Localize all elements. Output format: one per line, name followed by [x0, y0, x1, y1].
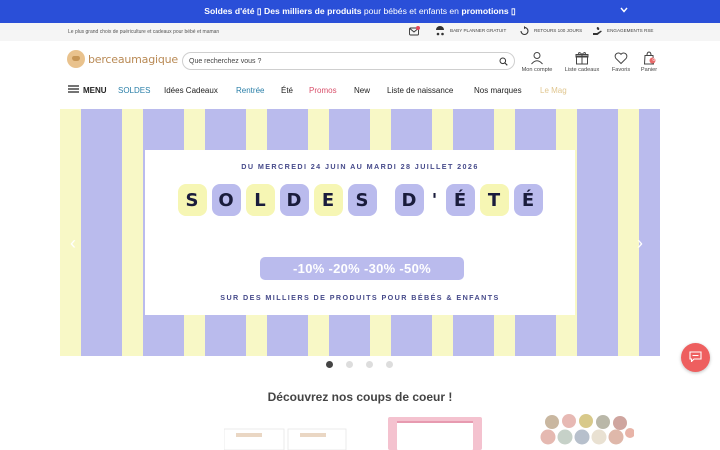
baby-planner-label: Baby planner gratuit [450, 28, 507, 33]
cart-count-badge: 0 [652, 57, 656, 62]
nav-item-le-mag[interactable]: Le Mag [540, 86, 567, 95]
banner-title-letter: D [279, 184, 309, 216]
banner-title-letter [382, 184, 390, 216]
promo-bar[interactable]: Soldes d'été ▯ Des milliers de produits … [0, 0, 720, 23]
chat-button[interactable] [681, 343, 710, 372]
hamburger-icon [68, 85, 79, 95]
logo-text: berceaumagique [88, 52, 178, 66]
notifications[interactable] [409, 25, 420, 36]
user-icon [517, 51, 557, 65]
banner-card: DU MERCREDI 24 JUIN AU MARDI 28 JUILLET … [145, 150, 575, 315]
search-input[interactable]: Que recherchez vous ? [182, 52, 515, 70]
promo-text: Soldes d'été ▯ Des milliers de produits … [204, 6, 515, 17]
search-icon[interactable] [499, 57, 508, 68]
section-title: Découvrez nos coups de coeur ! [267, 390, 453, 404]
menu-button[interactable]: MENU [68, 85, 107, 95]
returns-label: Retours 100 jours [534, 28, 583, 33]
product-card[interactable] [538, 413, 635, 450]
gift-icon [562, 51, 602, 65]
banner-title-letter: E [313, 184, 343, 216]
hero-banner[interactable]: DU MERCREDI 24 JUIN AU MARDI 28 JUILLET … [60, 109, 660, 356]
product-card[interactable] [384, 413, 486, 450]
gift-list-label: Liste cadeaux [564, 67, 600, 73]
cart-button[interactable]: 0 Panier [629, 51, 669, 73]
carousel-next-arrow[interactable]: › [637, 233, 643, 254]
cart-icon: 0 [629, 51, 669, 65]
carousel-dot[interactable] [345, 361, 353, 368]
baby-planner-link[interactable]: Baby planner gratuit [435, 25, 506, 36]
nav-item-ete[interactable]: Été [281, 86, 293, 95]
banner-title-letter: S [347, 184, 377, 216]
search-placeholder: Que recherchez vous ? [189, 57, 262, 65]
nav-item-nos-marques[interactable]: Nos marques [474, 86, 522, 95]
chevron-down-icon[interactable] [620, 5, 628, 15]
favorites-label: Favoris [611, 67, 631, 73]
nav-item-soldes[interactable]: SOLDES [118, 86, 150, 95]
promo-mid: pour bébés et enfants en [361, 6, 462, 16]
banner-title-letter: S [177, 184, 207, 216]
banner-title-letter: T [479, 184, 509, 216]
banner-dates: DU MERCREDI 24 JUIN AU MARDI 28 JUILLET … [241, 162, 479, 171]
carousel-dots [0, 361, 719, 368]
banner-discounts: -10% -20% -30% -50% [260, 257, 464, 280]
banner-title-letter: É [513, 184, 543, 216]
gift-list-button[interactable]: Liste cadeaux [562, 51, 602, 73]
main-nav: MENU SOLDES Idées Cadeaux Rentrée Été Pr… [0, 84, 720, 98]
logo[interactable]: berceaumagique [67, 50, 178, 68]
menu-label: MENU [83, 85, 107, 95]
banner-title-letter: ' [431, 189, 438, 211]
mail-icon[interactable] [409, 25, 420, 36]
banner-title-letter: D [394, 184, 424, 216]
account-button[interactable]: Mon compte [517, 51, 557, 73]
info-strip: Le plus grand choix de puériculture et c… [0, 23, 720, 41]
nav-item-rentree[interactable]: Rentrée [236, 86, 264, 95]
nav-item-idees-cadeaux[interactable]: Idées Cadeaux [164, 86, 218, 95]
promo-strong-1: Soldes d'été ▯ Des milliers de produits [204, 6, 362, 16]
product-card[interactable] [223, 413, 348, 450]
csr-label: Engagements RSE [607, 28, 654, 33]
banner-title-letter: L [245, 184, 275, 216]
tagline: Le plus grand choix de puériculture et c… [68, 29, 220, 35]
nav-item-liste-naissance[interactable]: Liste de naissance [387, 86, 453, 95]
carousel-dot[interactable] [385, 361, 393, 368]
returns-link[interactable]: Retours 100 jours [519, 25, 582, 36]
logo-mark [67, 50, 85, 68]
carousel-prev-arrow[interactable]: ‹ [70, 233, 76, 254]
nav-item-new[interactable]: New [354, 86, 370, 95]
carousel-dot[interactable] [365, 361, 373, 368]
returns-icon [519, 25, 530, 36]
banner-title: S O L D E S D ' É T É [145, 184, 575, 216]
promo-strong-2: promotions ▯ [461, 6, 516, 16]
chat-icon [689, 349, 702, 367]
carousel-dot[interactable] [325, 361, 333, 368]
hand-leaf-icon [592, 25, 603, 36]
cart-label: Panier [640, 67, 658, 73]
banner-title-letter: O [211, 184, 241, 216]
banner-title-letter: É [445, 184, 475, 216]
nav-item-promos[interactable]: Promos [309, 86, 337, 95]
csr-link[interactable]: Engagements RSE [592, 25, 653, 36]
stroller-icon [435, 25, 446, 36]
banner-subtitle: SUR DES MILLIERS DE PRODUITS POUR BÉBÉS … [220, 293, 500, 302]
account-label: Mon compte [521, 67, 553, 73]
